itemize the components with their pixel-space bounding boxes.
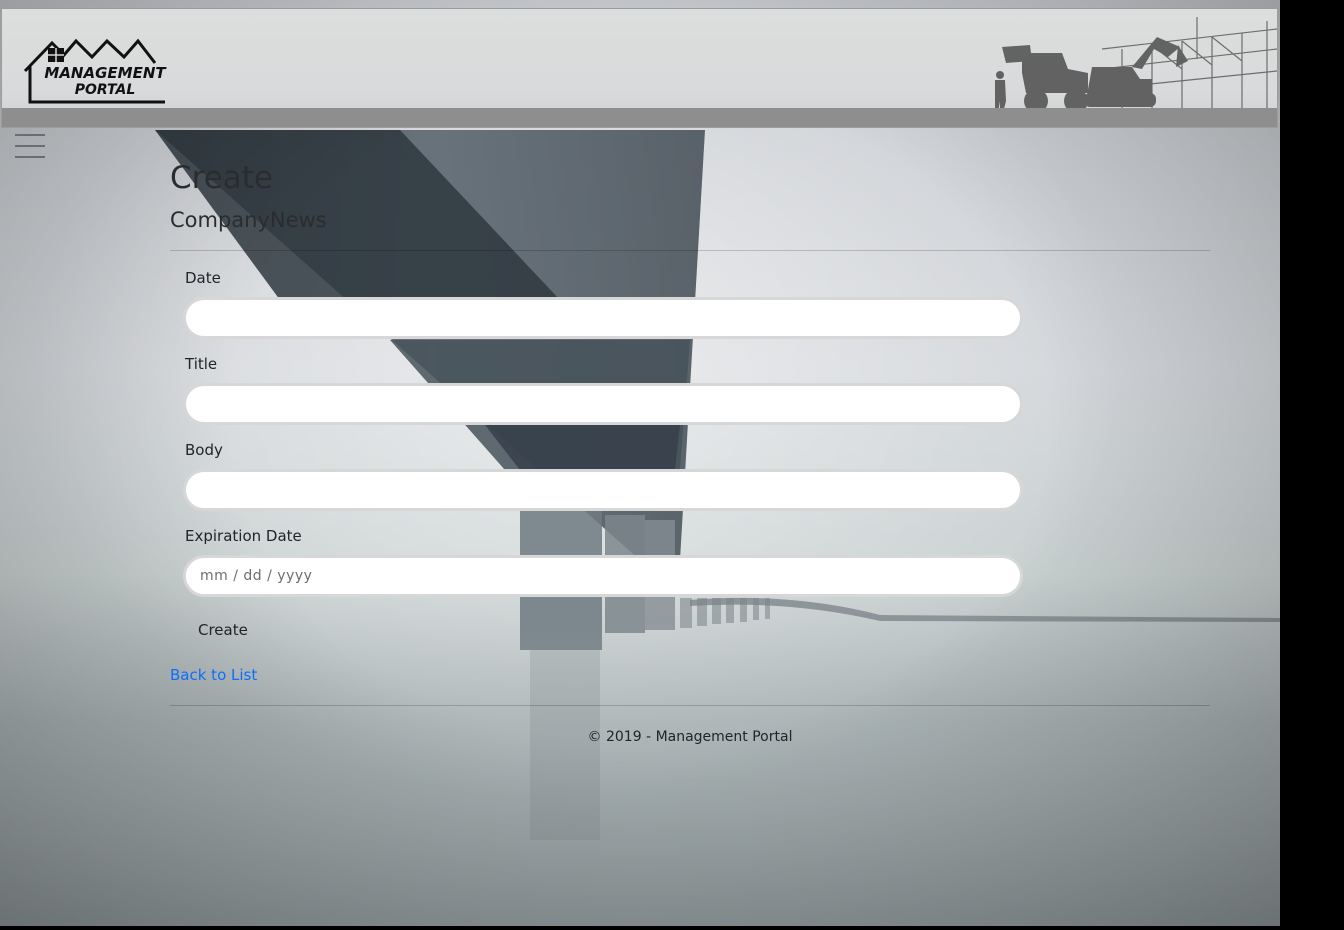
- body-input[interactable]: [183, 469, 1023, 511]
- body-label: Body: [185, 441, 223, 459]
- divider: [170, 250, 1210, 251]
- create-button[interactable]: Create: [185, 618, 261, 642]
- svg-text:PORTAL: PORTAL: [75, 82, 136, 98]
- header-bottom-bar: [2, 108, 1277, 127]
- management-portal-logo[interactable]: MANAGEMENT PORTAL: [22, 29, 172, 105]
- back-to-list-link[interactable]: Back to List: [170, 666, 257, 684]
- title-label: Title: [185, 355, 218, 373]
- site-header: MANAGEMENT PORTAL: [1, 8, 1278, 128]
- page-subtitle: CompanyNews: [170, 208, 327, 232]
- expiration-date-input[interactable]: mm / dd / yyyy: [183, 555, 1023, 597]
- footer-text: © 2019 - Management Portal: [587, 729, 793, 745]
- date-input[interactable]: [183, 297, 1023, 339]
- expiration-date-label: Expiration Date: [185, 527, 302, 545]
- hamburger-menu-icon[interactable]: [15, 134, 45, 158]
- bridge-background-image: [0, 130, 1280, 926]
- date-label: Date: [185, 269, 221, 287]
- footer-divider: [170, 705, 1210, 706]
- vignette-overlay: [0, 0, 1280, 926]
- svg-text:MANAGEMENT: MANAGEMENT: [44, 64, 167, 82]
- page-background: [0, 0, 1280, 926]
- page-title: Create: [170, 160, 274, 196]
- title-input[interactable]: [183, 383, 1023, 425]
